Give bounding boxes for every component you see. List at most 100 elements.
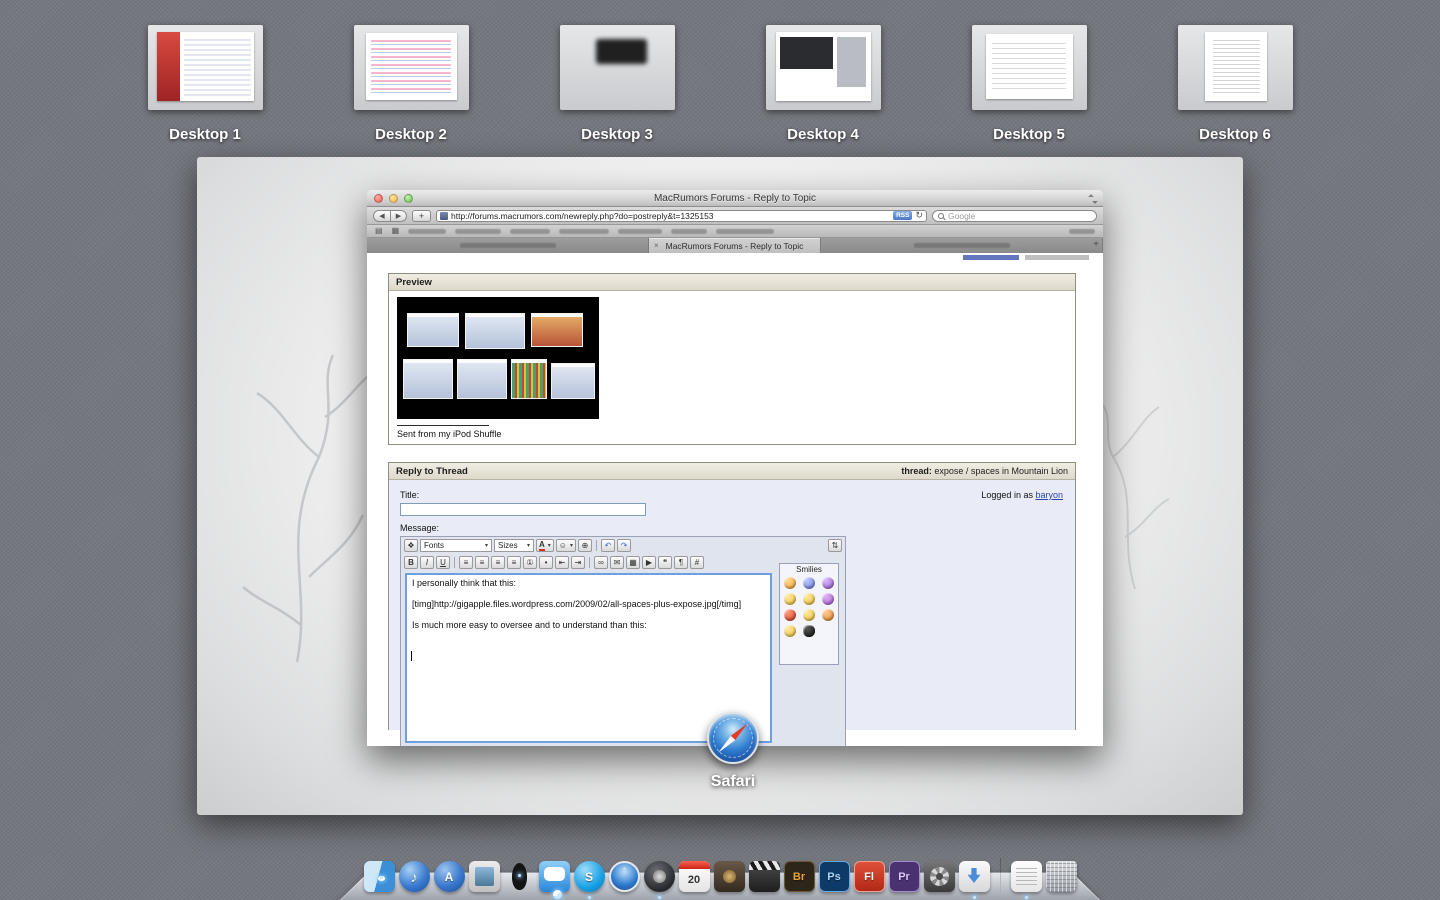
tab-right[interactable]	[821, 238, 1103, 253]
tab-close-icon[interactable]: ×	[654, 241, 659, 250]
smiley-icon[interactable]	[802, 577, 815, 589]
fonts-dropdown[interactable]: Fonts ▾	[420, 539, 492, 552]
space-desktop-5[interactable]: Desktop 5	[971, 0, 1087, 150]
space-desktop-6[interactable]: Desktop 6	[1177, 0, 1293, 150]
dock-gear-utility-icon[interactable]	[923, 861, 955, 892]
insert-video-icon[interactable]: ▶	[642, 556, 656, 569]
dock-media-utility-icon[interactable]	[713, 861, 745, 892]
bookmark-item[interactable]	[716, 228, 775, 234]
smilie-menu-icon[interactable]: ☺ ▾	[555, 539, 576, 552]
smiley-icon[interactable]	[802, 593, 815, 605]
dock-adobe-bridge-icon[interactable]: Br	[783, 861, 815, 892]
dock-itunes-icon[interactable]: ♪	[398, 861, 430, 892]
desktop-6-thumbnail[interactable]	[1177, 25, 1293, 110]
space-desktop-2[interactable]: Desktop 2	[353, 0, 469, 150]
smiley-icon[interactable]	[783, 625, 796, 637]
smiley-icon[interactable]	[822, 609, 835, 621]
indent-icon[interactable]: ⇥	[571, 556, 585, 569]
insert-email-icon[interactable]: ✉	[610, 556, 624, 569]
dock-calendar-icon[interactable]: 20	[678, 861, 710, 892]
username-link[interactable]: baryon	[1035, 490, 1063, 500]
bookmark-item[interactable]	[510, 228, 551, 234]
code-icon[interactable]: ¶	[674, 556, 688, 569]
reload-icon[interactable]: ↻	[915, 210, 923, 221]
search-field[interactable]	[932, 209, 1097, 222]
align-center-icon[interactable]: ≡	[475, 556, 489, 569]
redo-icon[interactable]: ↷	[616, 539, 631, 552]
desktop-3-thumbnail[interactable]	[559, 25, 675, 110]
dock-installer-icon[interactable]	[958, 861, 990, 899]
bookmark-item[interactable]	[455, 228, 502, 234]
rss-button[interactable]: RSS	[893, 211, 913, 220]
desktop-2-thumbnail[interactable]	[353, 25, 469, 110]
bookmark-item[interactable]	[618, 228, 663, 234]
safari-app-icon[interactable]	[707, 712, 759, 764]
apple-logo-icon[interactable]	[802, 625, 815, 637]
smiley-icon[interactable]	[802, 609, 815, 621]
smiley-icon[interactable]	[783, 577, 796, 589]
dock-messages-icon[interactable]	[538, 861, 570, 899]
search-input[interactable]	[948, 210, 1091, 221]
fullscreen-icon[interactable]	[1089, 195, 1097, 203]
dock-preview-icon[interactable]	[468, 861, 500, 892]
zoom-button[interactable]	[404, 194, 413, 203]
partial-link[interactable]	[963, 255, 1019, 260]
editor-resize-icon[interactable]: ⇅	[828, 539, 842, 552]
new-tab-button[interactable]: +	[412, 209, 431, 222]
attachment-icon[interactable]: ⊕	[577, 539, 592, 552]
minimize-button[interactable]	[389, 194, 398, 203]
undo-icon[interactable]: ↶	[600, 539, 615, 552]
smiley-icon[interactable]	[822, 593, 835, 605]
tab-left[interactable]	[367, 238, 649, 253]
dock-safari-icon[interactable]	[608, 861, 640, 892]
bookmark-item[interactable]	[671, 228, 708, 234]
desktop-1-thumbnail[interactable]	[147, 25, 263, 110]
outdent-icon[interactable]: ⇤	[555, 556, 569, 569]
space-desktop-3[interactable]: Desktop 3	[559, 0, 675, 150]
bookmark-item[interactable]	[559, 228, 610, 234]
smiley-icon[interactable]	[822, 577, 835, 589]
insert-link-icon[interactable]: ∞	[594, 556, 608, 569]
title-input[interactable]	[400, 503, 646, 516]
bookmark-item[interactable]	[408, 228, 447, 234]
desktop-5-thumbnail[interactable]	[971, 25, 1087, 110]
dock-tux-icon[interactable]	[504, 861, 535, 892]
bookmark-item[interactable]	[1069, 228, 1095, 234]
address-bar[interactable]: RSS ↻	[436, 209, 927, 222]
unordered-list-icon[interactable]: •	[539, 556, 553, 569]
tab-active[interactable]: × MacRumors Forums - Reply to Topic	[649, 238, 821, 253]
desktop-4-thumbnail[interactable]	[765, 25, 881, 110]
dock-imovie-icon[interactable]	[748, 861, 780, 892]
sizes-dropdown[interactable]: Sizes ▾	[494, 539, 534, 552]
dock-finder-icon[interactable]	[363, 861, 395, 892]
back-button[interactable]: ◀	[373, 209, 390, 222]
space-desktop-1[interactable]: Desktop 1	[147, 0, 263, 150]
forward-button[interactable]: ▶	[390, 209, 407, 222]
font-color-icon[interactable]: A ▾	[536, 539, 554, 552]
ordered-list-icon[interactable]: ①	[523, 556, 537, 569]
dock-flash-icon[interactable]: Fl	[853, 861, 885, 892]
smiley-icon[interactable]	[783, 593, 796, 605]
align-left-icon[interactable]: ≡	[459, 556, 473, 569]
insert-image-icon[interactable]: ▦	[626, 556, 640, 569]
url-input[interactable]	[451, 210, 891, 221]
dock-steam-icon[interactable]	[643, 861, 675, 899]
safari-window[interactable]: MacRumors Forums - Reply to Topic ◀ ▶ + …	[367, 190, 1103, 746]
dock-skype-icon[interactable]: S	[573, 861, 605, 899]
top-sites-icon[interactable]: ▦	[392, 227, 400, 235]
dock-trash-icon[interactable]	[1045, 861, 1077, 892]
align-justify-icon[interactable]: ≡	[507, 556, 521, 569]
window-titlebar[interactable]: MacRumors Forums - Reply to Topic	[367, 190, 1103, 207]
add-tab-icon[interactable]: +	[1093, 239, 1099, 250]
smiley-icon[interactable]	[783, 609, 796, 621]
dock-premiere-icon[interactable]: Pr	[888, 861, 920, 892]
bold-icon[interactable]: B	[404, 556, 418, 569]
align-right-icon[interactable]: ≡	[491, 556, 505, 569]
quote-icon[interactable]: ❝	[658, 556, 672, 569]
close-button[interactable]	[374, 194, 383, 203]
dock-notes-icon[interactable]	[1010, 861, 1042, 899]
dock-app-store-icon[interactable]: A	[433, 861, 465, 892]
remove-format-icon[interactable]: ❖	[404, 539, 418, 552]
underline-icon[interactable]: U	[436, 556, 450, 569]
reading-list-icon[interactable]: ▤	[375, 227, 383, 235]
